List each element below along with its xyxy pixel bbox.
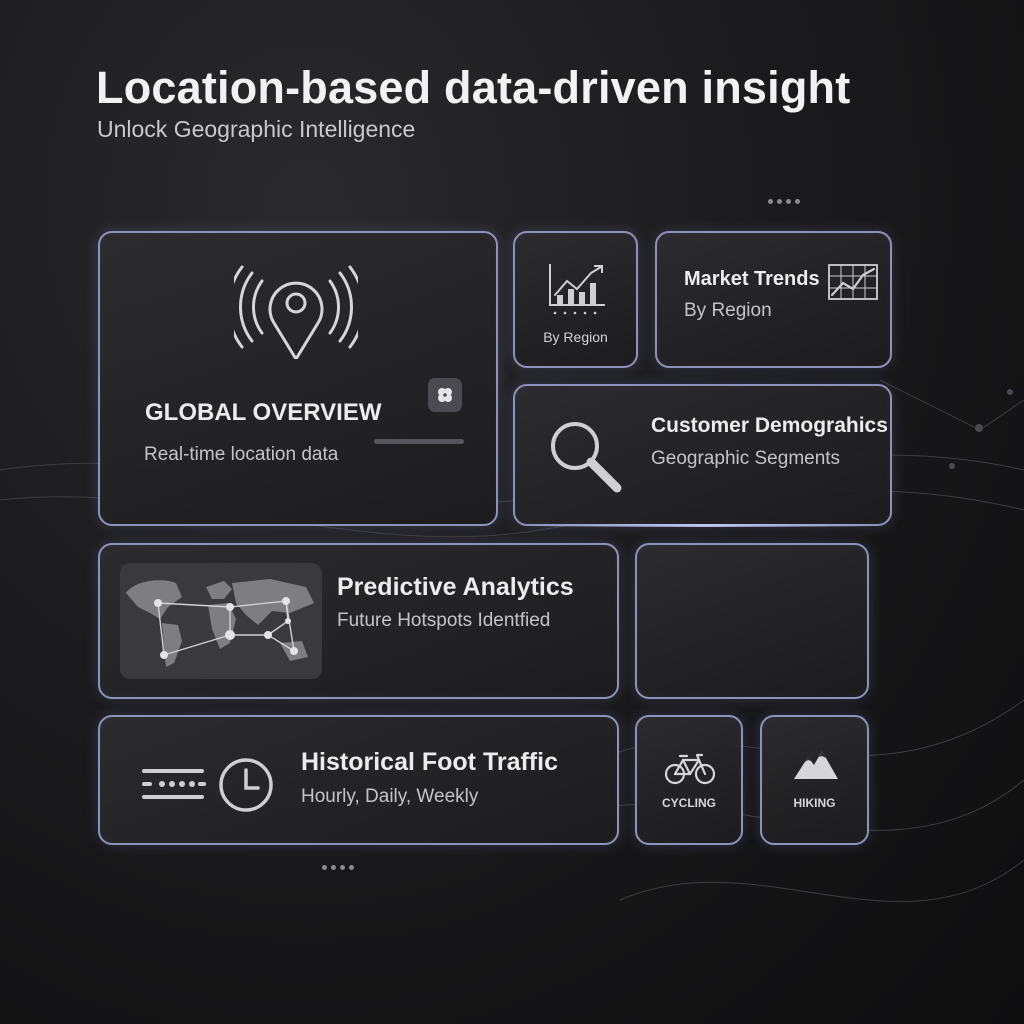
timeline-clock-icon <box>142 758 273 812</box>
market-trends-card[interactable]: Market Trends By Region <box>655 231 892 368</box>
customer-demographics-title: Customer Demograhics <box>651 414 888 437</box>
predictive-analytics-card[interactable]: Predictive Analytics Future Hotspots Ide… <box>98 543 619 699</box>
global-overview-card[interactable]: GLOBAL OVERVIEW Real-time location data <box>98 231 498 526</box>
customer-demographics-subtitle: Geographic Segments <box>651 448 841 469</box>
glow-accent <box>530 524 880 527</box>
market-trends-subtitle: By Region <box>684 300 772 321</box>
bicycle-icon <box>664 753 716 785</box>
predictive-analytics-subtitle: Future Hotspots Identfied <box>337 610 551 631</box>
historical-foot-traffic-card[interactable]: Historical Foot Traffic Hourly, Daily, W… <box>98 715 619 845</box>
global-overview-subtitle: Real-time location data <box>144 444 339 465</box>
market-trends-title: Market Trends <box>684 268 820 290</box>
cycling-card[interactable]: CYCLING <box>635 715 743 845</box>
empty-card[interactable] <box>635 543 869 699</box>
hiking-card[interactable]: HIKING <box>760 715 869 845</box>
historical-foot-traffic-title: Historical Foot Traffic <box>301 748 558 776</box>
pagination-dots-top <box>768 199 800 204</box>
cycling-label: CYCLING <box>662 796 716 810</box>
region-chart-card[interactable]: By Region <box>513 231 638 368</box>
pagination-dots-bottom <box>322 865 354 870</box>
page-title: Location-based data-driven insight <box>96 62 851 113</box>
mountains-icon <box>794 751 838 779</box>
page-subtitle: Unlock Geographic Intelligence <box>97 116 416 142</box>
predictive-analytics-title: Predictive Analytics <box>337 573 574 601</box>
magnifier-icon <box>551 422 622 493</box>
slider-track[interactable] <box>374 439 464 444</box>
hiking-label: HIKING <box>793 796 836 810</box>
global-overview-title: GLOBAL OVERVIEW <box>145 399 382 426</box>
world-network-map-icon <box>126 579 314 667</box>
world-map-panel <box>120 563 322 679</box>
growth-chart-icon <box>549 264 605 315</box>
region-chart-label: By Region <box>543 329 608 345</box>
historical-foot-traffic-subtitle: Hourly, Daily, Weekly <box>301 786 479 807</box>
map-chart-icon <box>828 264 878 300</box>
customer-demographics-card[interactable]: Customer Demograhics Geographic Segments <box>513 384 892 526</box>
location-pin-broadcast-icon <box>234 265 358 359</box>
clover-icon <box>438 388 452 402</box>
clover-button[interactable] <box>428 378 462 412</box>
